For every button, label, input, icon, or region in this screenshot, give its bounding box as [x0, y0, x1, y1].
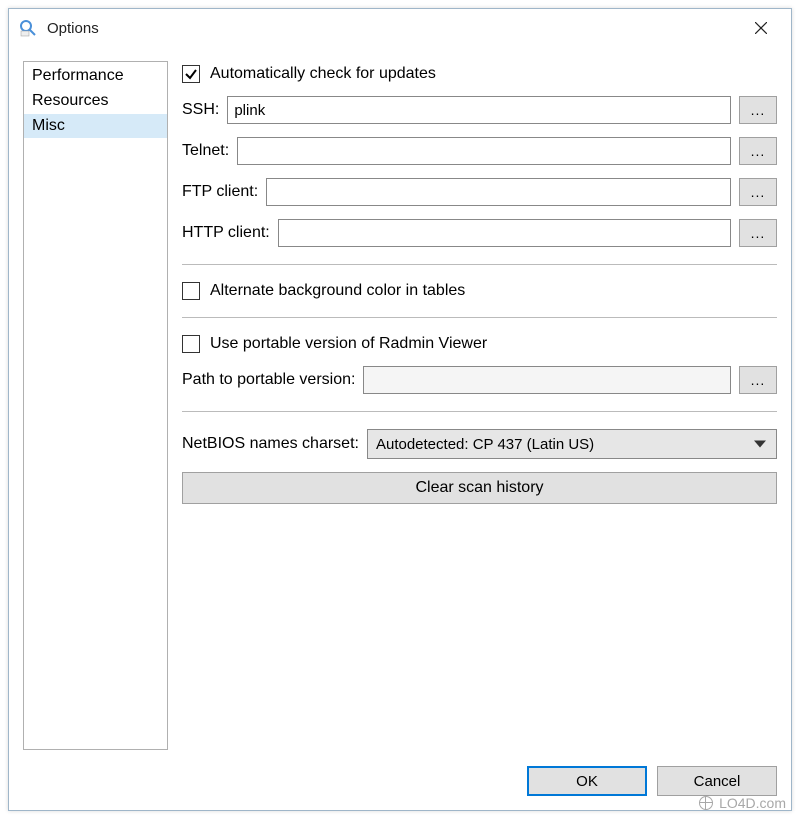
separator: [182, 411, 777, 412]
close-button[interactable]: [741, 13, 781, 43]
alt-bg-checkbox[interactable]: [182, 282, 200, 300]
ssh-browse-button[interactable]: ...: [739, 96, 777, 124]
dialog-footer: OK Cancel: [23, 750, 777, 796]
sidebar-item-resources[interactable]: Resources: [24, 89, 167, 114]
dialog-body: Performance Resources Misc Automatically…: [23, 61, 777, 750]
http-input[interactable]: [278, 219, 731, 247]
titlebar: Options: [9, 9, 791, 47]
separator: [182, 264, 777, 265]
cancel-button[interactable]: Cancel: [657, 766, 777, 796]
ftp-input[interactable]: [266, 178, 731, 206]
auto-update-row: Automatically check for updates: [182, 65, 777, 83]
telnet-input[interactable]: [237, 137, 731, 165]
options-dialog: Options Performance Resources Misc: [8, 8, 792, 811]
misc-panel: Automatically check for updates SSH: ...…: [182, 61, 777, 750]
alt-bg-row: Alternate background color in tables: [182, 282, 777, 300]
netbios-row: NetBIOS names charset: Autodetected: CP …: [182, 429, 777, 459]
separator: [182, 317, 777, 318]
netbios-label: NetBIOS names charset:: [182, 435, 359, 453]
category-list[interactable]: Performance Resources Misc: [23, 61, 168, 750]
auto-update-label: Automatically check for updates: [210, 65, 436, 83]
http-row: HTTP client: ...: [182, 219, 777, 247]
ftp-row: FTP client: ...: [182, 178, 777, 206]
portable-path-row: Path to portable version: ...: [182, 366, 777, 394]
portable-label: Use portable version of Radmin Viewer: [210, 335, 487, 353]
sidebar-item-performance[interactable]: Performance: [24, 64, 167, 89]
portable-row: Use portable version of Radmin Viewer: [182, 335, 777, 353]
window-title: Options: [47, 20, 741, 37]
alt-bg-label: Alternate background color in tables: [210, 282, 465, 300]
client-area: Performance Resources Misc Automatically…: [9, 47, 791, 810]
ok-button[interactable]: OK: [527, 766, 647, 796]
telnet-browse-button[interactable]: ...: [739, 137, 777, 165]
check-icon: [184, 67, 198, 81]
http-browse-button[interactable]: ...: [739, 219, 777, 247]
telnet-label: Telnet:: [182, 142, 229, 160]
ssh-input[interactable]: [227, 96, 731, 124]
netbios-combo[interactable]: Autodetected: CP 437 (Latin US): [367, 429, 777, 459]
sidebar-item-misc[interactable]: Misc: [24, 114, 167, 139]
ssh-label: SSH:: [182, 101, 219, 119]
ssh-row: SSH: ...: [182, 96, 777, 124]
auto-update-checkbox[interactable]: [182, 65, 200, 83]
clear-history-row: Clear scan history: [182, 472, 777, 504]
ftp-browse-button[interactable]: ...: [739, 178, 777, 206]
netbios-value: Autodetected: CP 437 (Latin US): [376, 436, 594, 453]
portable-path-input: [363, 366, 731, 394]
portable-checkbox[interactable]: [182, 335, 200, 353]
portable-path-browse-button[interactable]: ...: [739, 366, 777, 394]
portable-path-label: Path to portable version:: [182, 371, 355, 389]
close-icon: [755, 22, 767, 34]
ftp-label: FTP client:: [182, 183, 258, 201]
clear-history-button[interactable]: Clear scan history: [182, 472, 777, 504]
telnet-row: Telnet: ...: [182, 137, 777, 165]
app-icon: [19, 19, 37, 37]
http-label: HTTP client:: [182, 224, 270, 242]
